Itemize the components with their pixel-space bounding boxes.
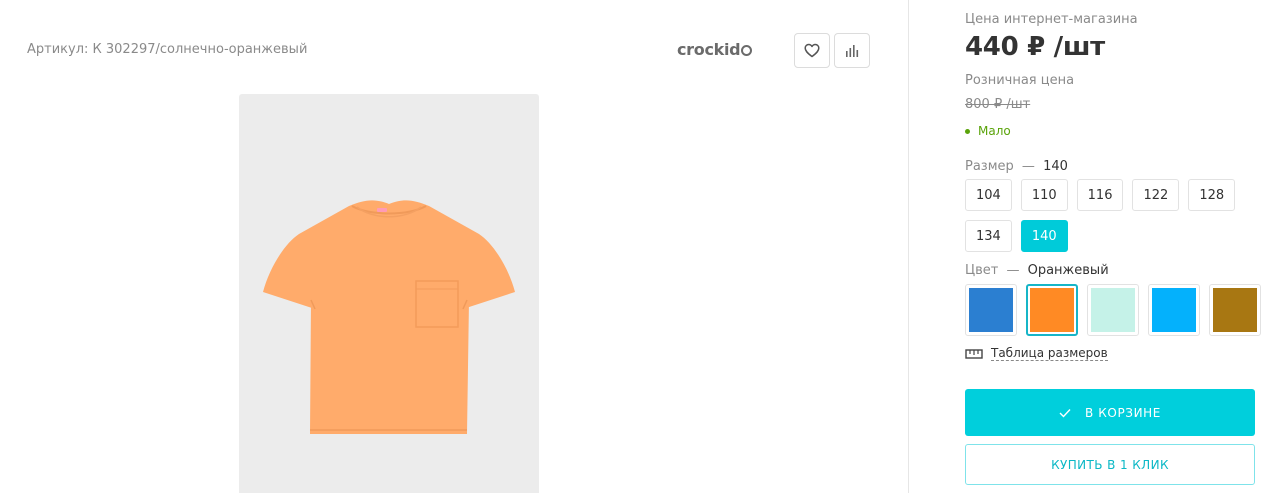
size-option-140[interactable]: 140 — [1020, 220, 1068, 252]
size-dash: — — [1021, 159, 1035, 174]
ruler-icon — [965, 348, 983, 359]
color-label: Цвет — [965, 263, 999, 278]
color-swatch-sky[interactable] — [1148, 284, 1200, 336]
compare-button[interactable] — [834, 33, 870, 68]
color-swatch-orange[interactable] — [1026, 284, 1078, 336]
heart-icon — [804, 43, 820, 58]
online-price: 440 ₽ /шт — [965, 32, 1105, 62]
color-dash: — — [1006, 263, 1020, 278]
swatch-fill — [969, 288, 1013, 332]
check-icon — [1059, 408, 1071, 418]
buy-one-click-button[interactable]: КУПИТЬ В 1 КЛИК — [965, 444, 1255, 485]
tshirt-image — [263, 200, 515, 434]
color-heading: Цвет — Оранжевый — [965, 263, 1109, 278]
size-option-116[interactable]: 116 — [1076, 179, 1124, 211]
brand-logo-mark — [741, 45, 753, 56]
swatch-fill — [1030, 288, 1074, 332]
size-option-134[interactable]: 134 — [965, 220, 1012, 252]
swatch-fill — [1213, 288, 1257, 332]
size-option-128[interactable]: 128 — [1188, 179, 1236, 211]
size-option-122[interactable]: 122 — [1132, 179, 1180, 211]
size-table-link[interactable]: Таблица размеров — [965, 346, 1108, 361]
size-selected-value: 140 — [1043, 159, 1068, 174]
favorite-button[interactable] — [794, 33, 830, 68]
product-gallery: Артикул: К 302297/солнечно-оранжевый cro… — [0, 0, 908, 493]
swatch-fill — [1152, 288, 1196, 332]
stock-label: Мало — [978, 124, 1011, 138]
in-cart-button[interactable]: В КОРЗИНЕ — [965, 389, 1255, 436]
swatch-fill — [1091, 288, 1135, 332]
color-selected-value: Оранжевый — [1027, 263, 1109, 278]
size-table-label[interactable]: Таблица размеров — [991, 346, 1108, 361]
size-options: 104 110 116 122 128 134 140 — [965, 179, 1265, 252]
retail-price: 800 ₽ /шт — [965, 97, 1031, 112]
retail-price-label: Розничная цена — [965, 73, 1075, 88]
brand-logo: crockid — [677, 40, 753, 59]
in-cart-label: В КОРЗИНЕ — [1085, 405, 1161, 420]
brand-name: crockid — [677, 40, 741, 59]
bar-chart-icon — [846, 44, 859, 57]
stock-dot-icon — [965, 128, 970, 134]
online-price-label: Цена интернет-магазина — [965, 12, 1138, 27]
color-swatch-blue[interactable] — [965, 284, 1017, 336]
stock-status: Мало — [965, 124, 1011, 138]
column-divider — [908, 0, 909, 493]
size-heading: Размер — 140 — [965, 159, 1068, 174]
color-swatch-mustard[interactable] — [1209, 284, 1261, 336]
product-photo[interactable] — [239, 94, 539, 493]
color-options — [965, 284, 1261, 336]
size-option-110[interactable]: 110 — [1020, 179, 1068, 211]
article-number: Артикул: К 302297/солнечно-оранжевый — [27, 42, 308, 57]
buy-one-click-label: КУПИТЬ В 1 КЛИК — [1051, 457, 1169, 472]
size-label: Размер — [965, 159, 1014, 174]
color-swatch-mint[interactable] — [1087, 284, 1139, 336]
size-option-104[interactable]: 104 — [965, 179, 1012, 211]
